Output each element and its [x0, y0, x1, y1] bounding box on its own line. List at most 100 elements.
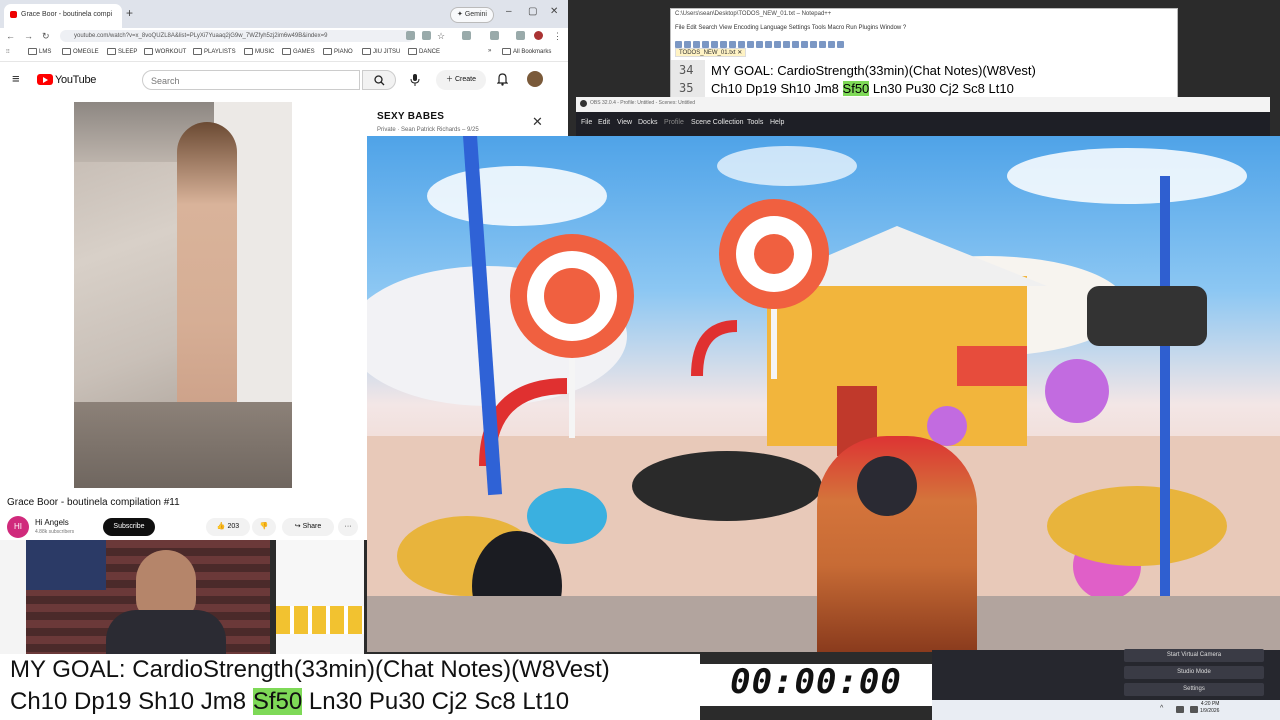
all-bookmarks[interactable]: All Bookmarks — [502, 48, 551, 55]
channel-name[interactable]: Hi Angels — [35, 518, 69, 527]
studio-mode-button[interactable]: Studio Mode — [1124, 666, 1264, 679]
bookmark-games[interactable]: GAMES — [282, 48, 315, 55]
print-icon[interactable] — [720, 41, 727, 48]
wrap-icon[interactable] — [810, 41, 817, 48]
network-icon[interactable] — [1176, 706, 1184, 713]
bookmark-sleep[interactable]: SLEEP — [107, 48, 137, 55]
undo-icon[interactable] — [756, 41, 763, 48]
close-button[interactable]: ✕ — [550, 6, 558, 17]
youtube-logo-icon[interactable] — [37, 74, 53, 85]
tab-youtube[interactable]: Grace Boor - boutinela compi — [4, 4, 122, 28]
apps-grid-icon[interactable]: ⁝⁝ — [6, 48, 10, 55]
tray-chevron-icon[interactable]: ^ — [1160, 705, 1163, 712]
obs-menu-help[interactable]: Help — [770, 119, 784, 126]
playlist-close-button[interactable]: ✕ — [532, 114, 543, 130]
volume-icon[interactable] — [1190, 706, 1198, 713]
gemini-button[interactable]: ✦ Gemini — [450, 7, 494, 23]
gemini-label: Gemini — [464, 11, 487, 18]
obs-logo-icon — [580, 100, 587, 107]
more-actions-button[interactable]: ··· — [338, 518, 358, 536]
notepad-file-tab[interactable]: TODOS_NEW_01.txt ✕ — [675, 48, 747, 57]
share-button[interactable]: ↪ Share — [282, 518, 334, 536]
obs-menu-docks[interactable]: Docks — [638, 119, 657, 126]
start-virtual-camera-button[interactable]: Start Virtual Camera — [1124, 649, 1264, 662]
code-text: MY GOAL: CardioStrength(33min)(Chat Note… — [711, 63, 1036, 78]
minimize-button[interactable]: – — [506, 6, 512, 17]
reload-icon[interactable]: ↻ — [42, 28, 50, 44]
like-button[interactable]: 👍 203 — [206, 518, 250, 536]
streamer-headset — [857, 456, 917, 516]
obs-menu-file[interactable]: File — [581, 119, 592, 126]
replace-icon[interactable] — [783, 41, 790, 48]
left-strip — [0, 540, 26, 654]
bookmark-dance[interactable]: DANCE — [408, 48, 440, 55]
url-bar[interactable]: youtube.com/watch?v=x_8voQUZL8A&list=PLy… — [60, 30, 414, 42]
sync-icon[interactable] — [516, 31, 525, 40]
paste-icon[interactable] — [747, 41, 754, 48]
extension-icon[interactable] — [406, 31, 415, 40]
zoom-out-icon[interactable] — [801, 41, 808, 48]
find-icon[interactable] — [774, 41, 781, 48]
new-tab-button[interactable]: + — [126, 6, 133, 20]
search-input[interactable]: Search — [142, 70, 360, 90]
close-file-icon[interactable] — [711, 41, 718, 48]
bookmark-piano[interactable]: PIANO — [323, 48, 353, 55]
zoom-in-icon[interactable] — [792, 41, 799, 48]
bookmark-workout[interactable]: WORKOUT — [144, 48, 186, 55]
maximize-button[interactable]: ▢ — [528, 6, 537, 17]
obs-menu-scene-collection[interactable]: Scene Collection — [691, 119, 744, 126]
macro-play-icon[interactable] — [837, 41, 844, 48]
notepad-menu[interactable]: File Edit Search View Encoding Language … — [675, 25, 906, 31]
bookmark-star-icon[interactable]: ☆ — [437, 28, 445, 44]
obs-menu-view[interactable]: View — [617, 119, 632, 126]
channel-avatar[interactable]: HI — [7, 516, 29, 538]
new-file-icon[interactable] — [675, 41, 682, 48]
macro-record-icon[interactable] — [828, 41, 835, 48]
settings-button[interactable]: Settings — [1124, 683, 1264, 696]
extensions-icon[interactable] — [462, 31, 471, 40]
notifications-bell-icon[interactable] — [497, 73, 508, 86]
cut-icon[interactable] — [729, 41, 736, 48]
bookmark-music[interactable]: MUSIC — [244, 48, 274, 55]
obs-preview-scene[interactable] — [367, 136, 1280, 652]
playlist-title[interactable]: SEXY BABES — [377, 111, 444, 122]
zoom-icon[interactable] — [422, 31, 431, 40]
obs-titlebar: OBS 32.0.4 - Profile: Untitled - Scenes:… — [576, 97, 1270, 112]
save-all-icon[interactable] — [702, 41, 709, 48]
playlist-subtitle: Private · Sean Patrick Richards – 9/25 — [377, 127, 479, 133]
redo-icon[interactable] — [765, 41, 772, 48]
obs-menu-profile[interactable]: Profile — [664, 119, 684, 126]
more-bookmarks-icon[interactable]: » — [488, 48, 491, 54]
open-icon[interactable] — [684, 41, 691, 48]
code-line[interactable]: Ch10 Dp19 Sh10 Jm8 Sf50 Ln30 Pu30 Cj2 Sc… — [711, 81, 1014, 96]
system-clock[interactable]: 4:20 PM 1/9/2026 — [1200, 701, 1219, 715]
search-button[interactable] — [362, 70, 396, 90]
back-icon[interactable]: ← — [6, 28, 15, 44]
notepad-title: C:\Users\sean\Desktop\TODOS_NEW_01.txt –… — [675, 11, 832, 17]
youtube-wordmark[interactable]: YouTube — [55, 74, 96, 86]
video-floor — [74, 402, 292, 488]
sidepanel-icon[interactable] — [490, 31, 499, 40]
obs-menu-tools[interactable]: Tools — [747, 119, 763, 126]
subscribe-button[interactable]: Subscribe — [103, 518, 155, 536]
bookmark-lms[interactable]: LMS — [28, 48, 51, 55]
profile-avatar[interactable] — [534, 31, 543, 40]
code-line[interactable]: MY GOAL: CardioStrength(33min)(Chat Note… — [711, 63, 1036, 78]
dislike-button[interactable]: 👎 — [252, 518, 276, 536]
account-avatar[interactable] — [527, 71, 543, 87]
hamburger-menu-icon[interactable]: ≡ — [12, 71, 20, 86]
bookmark-jiujitsu[interactable]: JIU JITSU — [362, 48, 400, 55]
indent-guide-icon[interactable] — [819, 41, 826, 48]
copy-icon[interactable] — [738, 41, 745, 48]
video-player[interactable] — [74, 102, 292, 488]
bookmark-omegle[interactable]: OMEGLE — [62, 48, 99, 55]
bookmark-playlists[interactable]: PLAYLISTS — [193, 48, 236, 55]
obs-menu-edit[interactable]: Edit — [598, 119, 610, 126]
create-button[interactable]: ＋ Create — [436, 70, 486, 90]
menu-dots-icon[interactable]: ⋮ — [553, 28, 562, 44]
search-icon — [374, 75, 385, 86]
save-icon[interactable] — [693, 41, 700, 48]
forward-icon[interactable]: → — [24, 28, 33, 44]
notepad-window: C:\Users\sean\Desktop\TODOS_NEW_01.txt –… — [670, 8, 1178, 100]
microphone-icon[interactable] — [410, 74, 420, 86]
